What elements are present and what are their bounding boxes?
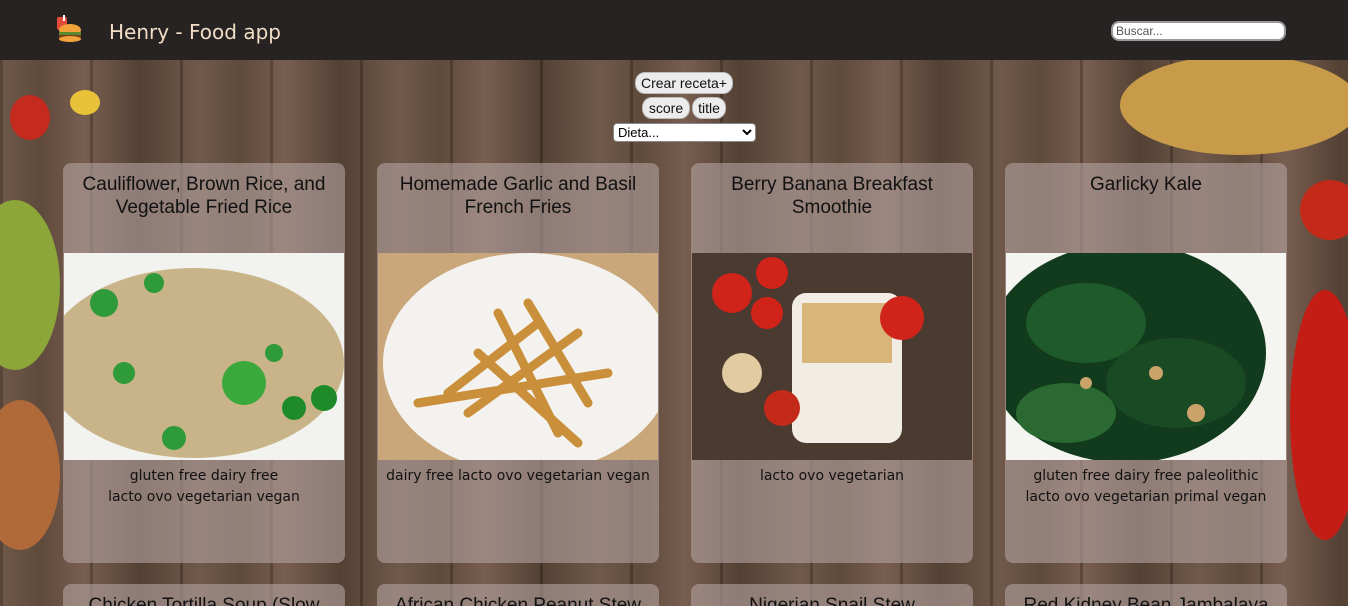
recipe-title: Homemade Garlic and Basil French Fries [399, 174, 637, 218]
recipe-card[interactable]: Chicken Tortilla Soup (Slow [63, 584, 345, 606]
burger-logo-icon[interactable] [54, 15, 82, 43]
diets-line: gluten free dairy free paleolithic [1033, 468, 1259, 484]
recipe-card[interactable]: Nigerian Snail Stew [691, 584, 973, 606]
app-title: Henry - Food app [109, 20, 281, 44]
recipe-image [1006, 253, 1286, 460]
diets-line: lacto ovo vegetarian [759, 468, 905, 484]
search-input[interactable] [1111, 21, 1286, 41]
recipe-card[interactable]: Cauliflower, Brown Rice, and Vegetable F… [63, 163, 345, 563]
recipe-card[interactable]: Red Kidney Bean Jambalaya [1005, 584, 1287, 606]
recipe-diets: dairy free lacto ovo vegetarian vegan [381, 466, 655, 487]
diets-line: lacto ovo vegetarian vegan [108, 489, 300, 505]
recipe-title: Red Kidney Bean Jambalaya [1023, 595, 1269, 606]
diets-line: dairy free lacto ovo vegetarian vegan [386, 468, 650, 484]
diets-line: gluten free dairy free [129, 468, 279, 484]
recipe-diets: gluten free dairy free paleolithic lacto… [1009, 466, 1283, 508]
recipe-card[interactable]: Homemade Garlic and Basil French Fries d… [377, 163, 659, 563]
recipe-image [378, 253, 658, 460]
recipe-diets: gluten free dairy free lacto ovo vegetar… [67, 466, 341, 508]
recipe-title: Garlicky Kale [1090, 174, 1202, 195]
food-decoration [70, 90, 100, 115]
recipe-card[interactable]: Garlicky Kale gluten free dairy free pal… [1005, 163, 1287, 563]
recipe-card[interactable]: Berry Banana Breakfast Smoothie lacto ov… [691, 163, 973, 563]
recipe-diets: lacto ovo vegetarian [695, 466, 969, 487]
recipe-title: Nigerian Snail Stew [749, 595, 915, 606]
recipe-title: Chicken Tortilla Soup (Slow [88, 595, 320, 606]
recipe-title: Cauliflower, Brown Rice, and Vegetable F… [82, 174, 326, 218]
recipe-image [692, 253, 972, 460]
diet-filter-select[interactable]: Dieta... [613, 123, 756, 142]
diets-line: lacto ovo vegetarian primal vegan [1025, 489, 1267, 505]
recipe-card[interactable]: African Chicken Peanut Stew [377, 584, 659, 606]
food-decoration [10, 95, 50, 140]
sort-score-button[interactable]: score [642, 97, 690, 119]
create-recipe-button[interactable]: Crear receta+ [635, 72, 733, 94]
recipe-image [64, 253, 344, 460]
recipe-title: Berry Banana Breakfast Smoothie [731, 174, 933, 218]
food-decoration [1120, 55, 1348, 155]
navbar: Henry - Food app [0, 0, 1348, 60]
sort-title-button[interactable]: title [692, 97, 726, 119]
recipe-title: African Chicken Peanut Stew [394, 595, 642, 606]
